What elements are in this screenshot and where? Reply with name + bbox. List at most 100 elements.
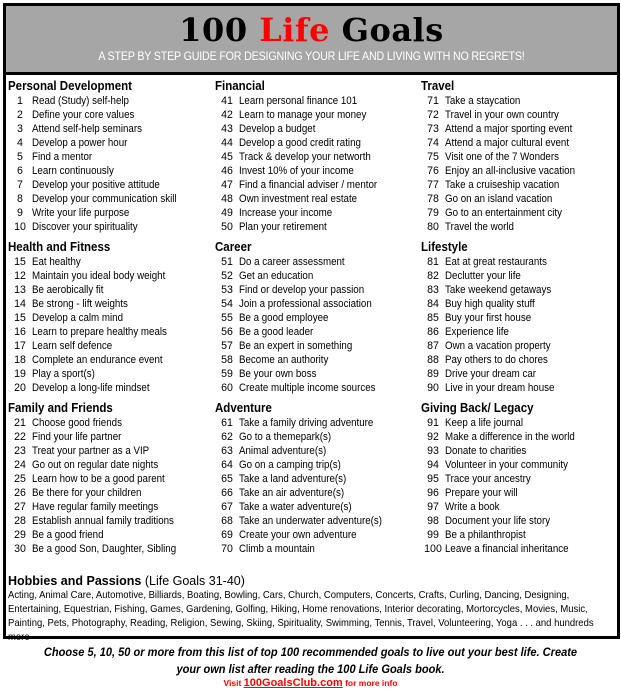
section-title: Lifestyle bbox=[421, 240, 468, 254]
goal-text: Go to an entertainment city bbox=[445, 207, 563, 219]
section-title: Financial bbox=[215, 79, 265, 93]
goals-sheet: 100 Life Goals A STEP BY STEP GUIDE FOR … bbox=[3, 3, 621, 643]
goal-number: 24 bbox=[14, 459, 26, 471]
goal-text: Develop a long-life mindset bbox=[32, 382, 150, 394]
goal-item: 43 Develop a budget bbox=[215, 122, 420, 136]
goal-item: 80 Travel the world bbox=[421, 220, 621, 234]
hobbies-list: Acting, Animal Care, Automotive, Billiar… bbox=[8, 590, 594, 643]
goal-number: 57 bbox=[221, 340, 233, 352]
goal-number: 4 bbox=[17, 137, 23, 149]
section-title: Personal Development bbox=[8, 79, 132, 93]
goal-item: 17 Learn self defence bbox=[8, 339, 213, 353]
goal-item: 16 Learn to prepare healthy meals bbox=[8, 325, 213, 339]
goal-number: 18 bbox=[14, 354, 26, 366]
goal-text: Develop your positive attitude bbox=[32, 179, 160, 191]
goal-section: Financial 41 Learn personal finance 101 42 L… bbox=[215, 78, 420, 239]
goal-column: Travel 71 Take a staycation 72 Travel in you… bbox=[421, 78, 621, 561]
goal-item: 54 Join a professional association bbox=[215, 297, 420, 311]
goal-text: Increase your income bbox=[239, 207, 333, 219]
hobbies-heading: Hobbies and Passions (Life Goals 31-40) bbox=[8, 574, 613, 589]
goal-number: 58 bbox=[221, 354, 233, 366]
goal-item: 15 Eat healthy bbox=[8, 255, 213, 269]
goal-item: 64 Go on a camping trip(s) bbox=[215, 458, 420, 472]
goal-number: 90 bbox=[427, 382, 439, 394]
goal-number: 17 bbox=[14, 340, 26, 352]
goal-text: Go on an island vacation bbox=[445, 193, 553, 205]
goal-text: Eat at great restaurants bbox=[445, 256, 547, 268]
goal-text: Track & develop your networth bbox=[239, 151, 371, 163]
goal-text: Buy your first house bbox=[445, 312, 532, 324]
goal-item: 8 Develop your communication skill bbox=[8, 192, 213, 206]
goal-number: 50 bbox=[221, 221, 233, 233]
goal-number: 28 bbox=[14, 515, 26, 527]
goal-section: Health and Fitness 15 Eat healthy 12 Maintai… bbox=[8, 239, 213, 400]
goal-number: 12 bbox=[14, 270, 26, 282]
goal-number: 77 bbox=[427, 179, 439, 191]
goal-text: Travel in your own country bbox=[445, 109, 559, 121]
goal-item: 77 Take a cruiseship vacation bbox=[421, 178, 621, 192]
goal-text: Complete an endurance event bbox=[32, 354, 163, 366]
goal-text: Leave a financial inheritance bbox=[445, 543, 569, 555]
goal-number: 8 bbox=[17, 193, 23, 205]
visit-suffix: for more info bbox=[342, 678, 398, 688]
goal-number: 95 bbox=[427, 473, 439, 485]
goal-item: 22 Find your life partner bbox=[8, 430, 213, 444]
goal-number: 43 bbox=[221, 123, 233, 135]
goal-section: Career 51 Do a career assessment 52 Get an e… bbox=[215, 239, 420, 400]
goal-number: 7 bbox=[17, 179, 23, 191]
goal-text: Find or develop your passion bbox=[239, 284, 365, 296]
goal-number: 27 bbox=[14, 501, 26, 513]
goal-number: 29 bbox=[14, 529, 26, 541]
goal-text: Take a water adventure(s) bbox=[239, 501, 352, 513]
goal-text: Choose good friends bbox=[32, 417, 122, 429]
goal-number: 45 bbox=[221, 151, 233, 163]
goal-text: Be there for your children bbox=[32, 487, 142, 499]
goal-section: Family and Friends 21 Choose good friends 2… bbox=[8, 400, 213, 561]
goal-text: Donate to charities bbox=[445, 445, 527, 457]
goal-text: Learn how to be a good parent bbox=[32, 473, 165, 485]
goal-item: 95 Trace your ancestry bbox=[421, 472, 621, 486]
goal-text: Attend a major sporting event bbox=[445, 123, 573, 135]
goal-number: 87 bbox=[427, 340, 439, 352]
goal-text: Take an air adventure(s) bbox=[239, 487, 345, 499]
goal-item: 60 Create multiple income sources bbox=[215, 381, 420, 395]
goal-item: 56 Be a good leader bbox=[215, 325, 420, 339]
title-suffix: Goals bbox=[330, 11, 444, 49]
goal-text: Drive your dream car bbox=[445, 368, 536, 380]
goal-text: Live in your dream house bbox=[445, 382, 555, 394]
goal-number: 54 bbox=[221, 298, 233, 310]
goal-item: 12 Maintain you ideal body weight bbox=[8, 269, 213, 283]
goal-text: Learn personal finance 101 bbox=[239, 95, 358, 107]
goal-item: 63 Animal adventure(s) bbox=[215, 444, 420, 458]
goal-number: 19 bbox=[14, 368, 26, 380]
goal-text: Visit one of the 7 Wonders bbox=[445, 151, 559, 163]
goal-number: 68 bbox=[221, 515, 233, 527]
section-title: Health and Fitness bbox=[8, 240, 111, 254]
goal-item: 90 Live in your dream house bbox=[421, 381, 621, 395]
goal-item: 98 Document your life story bbox=[421, 514, 621, 528]
goal-text: Enjoy an all-inclusive vacation bbox=[445, 165, 576, 177]
goal-section: Personal Development 1 Read (Study) self-h… bbox=[8, 78, 213, 239]
goal-text: Define your core values bbox=[32, 109, 135, 121]
goal-number: 96 bbox=[427, 487, 439, 499]
goal-item: 28 Establish annual family traditions bbox=[8, 514, 213, 528]
goal-item: 62 Go to a themepark(s) bbox=[215, 430, 420, 444]
visit-prefix: Visit bbox=[223, 678, 244, 688]
goal-item: 23 Treat your partner as a VIP bbox=[8, 444, 213, 458]
goal-item: 41 Learn personal finance 101 bbox=[215, 94, 420, 108]
goal-number: 56 bbox=[221, 326, 233, 338]
goal-item: 85 Buy your first house bbox=[421, 311, 621, 325]
website-link[interactable]: 100GoalsClub.com bbox=[244, 677, 343, 689]
goal-item: 75 Visit one of the 7 Wonders bbox=[421, 150, 621, 164]
goal-text: Do a career assessment bbox=[239, 256, 345, 268]
goal-number: 6 bbox=[17, 165, 23, 177]
goal-item: 57 Be an expert in something bbox=[215, 339, 420, 353]
goal-text: Go to a themepark(s) bbox=[239, 431, 332, 443]
goal-item: 61 Take a family driving adventure bbox=[215, 416, 420, 430]
goal-number: 2 bbox=[17, 109, 23, 121]
goal-number: 3 bbox=[17, 123, 23, 135]
goal-text: Play a sport(s) bbox=[32, 368, 95, 380]
goal-item: 93 Donate to charities bbox=[421, 444, 621, 458]
goal-text: Develop a calm mind bbox=[32, 312, 124, 324]
goal-number: 16 bbox=[14, 326, 26, 338]
